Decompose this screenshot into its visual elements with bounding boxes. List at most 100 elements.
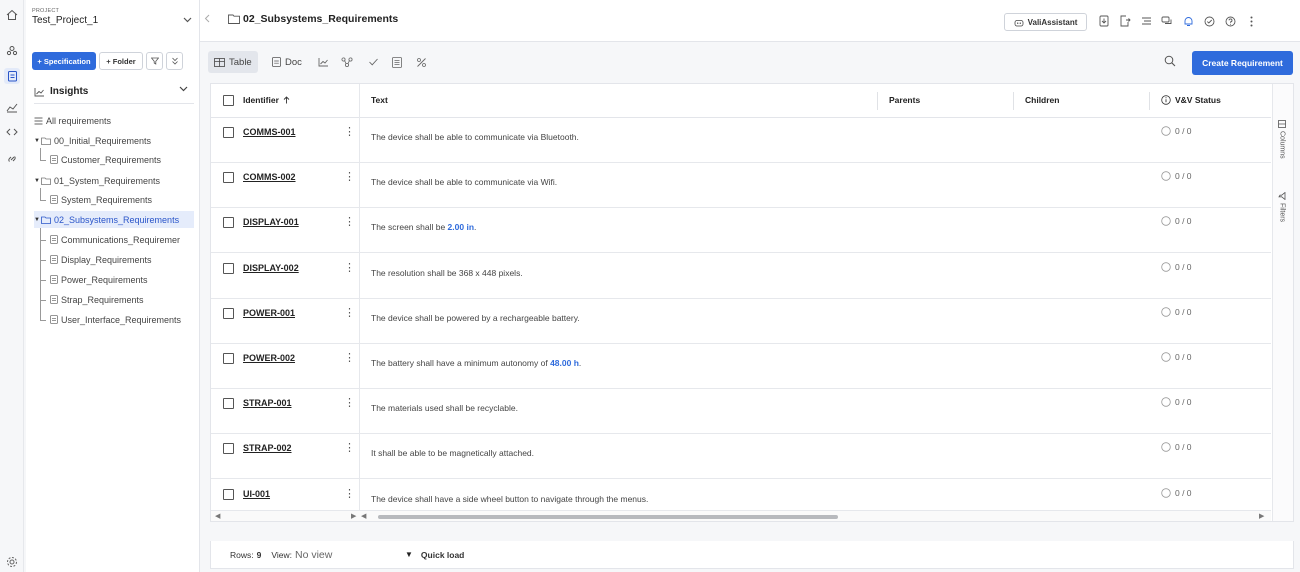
caret-down-icon[interactable]: ▼ xyxy=(34,138,41,144)
tree-spec-power[interactable]: Power_Requirements xyxy=(50,271,148,288)
verification-view-icon[interactable] xyxy=(366,55,380,69)
requirement-id-link[interactable]: DISPLAY-001 xyxy=(243,217,299,227)
check-circle-icon[interactable] xyxy=(1203,14,1215,28)
project-selector[interactable]: PROJECT Test_Project_1 xyxy=(32,8,192,38)
more-vertical-icon[interactable] xyxy=(1245,14,1257,28)
import-icon[interactable] xyxy=(1098,14,1110,28)
requirement-text[interactable]: The device shall have a side wheel butto… xyxy=(371,494,648,504)
requirement-text[interactable]: It shall be able to be magnetically atta… xyxy=(371,448,534,458)
table-row[interactable]: STRAP-001 ⋮ The materials used shall be re… xyxy=(211,389,1271,435)
columns-toggle[interactable]: Columns xyxy=(1278,120,1286,159)
caret-down-icon[interactable]: ▼ xyxy=(405,550,413,559)
table-row[interactable]: STRAP-002 ⋮ It shall be able to be magneti… xyxy=(211,434,1271,480)
row-checkbox[interactable] xyxy=(223,262,234,274)
quantity-value[interactable]: 48.00 h xyxy=(550,358,579,368)
row-checkbox[interactable] xyxy=(223,307,234,319)
requirement-id-link[interactable]: UI-001 xyxy=(243,489,270,499)
spreadsheet-view-icon[interactable] xyxy=(390,55,404,69)
caret-down-icon[interactable]: ▼ xyxy=(34,217,41,223)
table-row[interactable]: POWER-002 ⋮ The battery shall have a minim… xyxy=(211,344,1271,389)
collapse-panel-icon[interactable] xyxy=(204,14,210,23)
row-menu-icon[interactable]: ⋮ xyxy=(344,125,355,138)
scrollbar-thumb[interactable] xyxy=(378,515,838,519)
tree-spec-system[interactable]: System_Requirements xyxy=(50,191,152,208)
add-specification-button[interactable]: + Specification xyxy=(32,52,96,70)
row-menu-icon[interactable]: ⋮ xyxy=(344,306,355,319)
requirement-id-link[interactable]: COMMS-002 xyxy=(243,172,296,182)
horizontal-scrollbar[interactable]: ◀ ▶ ◀ ▶ xyxy=(211,510,1271,521)
requirement-text[interactable]: The device shall be able to communicate … xyxy=(371,132,579,142)
tree-folder-02[interactable]: ▼ 02_Subsystems_Requirements xyxy=(34,211,194,228)
tab-table[interactable]: Table xyxy=(208,51,258,73)
scroll-left-icon[interactable]: ◀ xyxy=(215,512,220,520)
table-row[interactable]: DISPLAY-002 ⋮ The resolution shall be 368 … xyxy=(211,254,1271,299)
row-checkbox[interactable] xyxy=(223,127,234,138)
analytics-icon[interactable] xyxy=(4,99,20,115)
link-icon[interactable] xyxy=(4,151,20,167)
tree-spec-display[interactable]: Display_Requirements xyxy=(50,251,152,268)
row-checkbox[interactable] xyxy=(223,172,234,184)
requirements-icon[interactable] xyxy=(4,68,20,84)
row-menu-icon[interactable]: ⋮ xyxy=(344,261,355,274)
notifications-icon[interactable] xyxy=(1182,14,1194,28)
vali-assistant-button[interactable]: ValiAssistant xyxy=(1004,13,1087,31)
table-row[interactable]: COMMS-002 ⋮ The device shall be able to co… xyxy=(211,163,1271,209)
requirement-id-link[interactable]: STRAP-001 xyxy=(243,398,292,408)
view-select[interactable]: No view xyxy=(295,549,405,561)
code-icon[interactable] xyxy=(4,124,20,140)
requirement-text[interactable]: The resolution shall be 368 x 448 pixels… xyxy=(371,268,523,278)
filters-toggle[interactable]: Filters xyxy=(1278,192,1286,222)
row-menu-icon[interactable]: ⋮ xyxy=(344,396,355,409)
row-checkbox[interactable] xyxy=(223,398,234,410)
requirement-text[interactable]: The device shall be powered by a recharg… xyxy=(371,313,580,323)
help-icon[interactable] xyxy=(1224,14,1236,28)
requirement-id-link[interactable]: DISPLAY-002 xyxy=(243,263,299,273)
row-checkbox[interactable] xyxy=(223,353,234,364)
home-icon[interactable] xyxy=(4,7,20,23)
row-checkbox[interactable] xyxy=(223,488,234,500)
scroll-left-icon[interactable]: ◀ xyxy=(361,512,366,520)
row-menu-icon[interactable]: ⋮ xyxy=(344,487,355,500)
row-checkbox[interactable] xyxy=(223,217,234,229)
requirement-id-link[interactable]: COMMS-001 xyxy=(243,127,296,137)
col-identifier[interactable]: Identifier xyxy=(243,95,290,105)
requirement-id-link[interactable]: STRAP-002 xyxy=(243,443,292,453)
list-settings-icon[interactable] xyxy=(1140,14,1152,28)
tree-all-requirements[interactable]: All requirements xyxy=(34,112,111,129)
scroll-right-icon[interactable]: ▶ xyxy=(1259,512,1264,520)
table-row[interactable]: DISPLAY-001 ⋮ The screen shall be 2.00 in.… xyxy=(211,208,1271,254)
scroll-right-icon[interactable]: ▶ xyxy=(351,512,356,520)
requirement-text[interactable]: The device shall be able to communicate … xyxy=(371,177,557,187)
settings-icon[interactable] xyxy=(6,556,18,568)
chart-view-icon[interactable] xyxy=(316,55,330,69)
row-menu-icon[interactable]: ⋮ xyxy=(344,170,355,183)
export-icon[interactable] xyxy=(1119,14,1131,28)
col-text[interactable]: Text xyxy=(371,95,388,105)
table-row[interactable]: POWER-001 ⋮ The device shall be powered by… xyxy=(211,299,1271,344)
filter-tree-button[interactable] xyxy=(146,52,163,70)
tree-spec-customer[interactable]: Customer_Requirements xyxy=(50,151,161,168)
tab-doc[interactable]: Doc xyxy=(266,51,308,73)
tree-folder-01[interactable]: ▼ 01_System_Requirements xyxy=(34,172,160,189)
percent-view-icon[interactable] xyxy=(414,55,428,69)
quick-load-button[interactable]: Quick load xyxy=(421,550,464,560)
row-checkbox[interactable] xyxy=(223,443,234,455)
row-menu-icon[interactable]: ⋮ xyxy=(344,215,355,228)
quantity-value[interactable]: 2.00 in xyxy=(448,222,474,232)
requirement-id-link[interactable]: POWER-002 xyxy=(243,353,295,363)
requirement-text[interactable]: The materials used shall be recyclable. xyxy=(371,403,518,413)
select-all-checkbox[interactable] xyxy=(223,95,234,106)
requirement-text[interactable]: The battery shall have a minimum autonom… xyxy=(371,358,581,368)
col-parents[interactable]: Parents xyxy=(889,95,920,105)
search-icon[interactable] xyxy=(1164,55,1176,67)
create-requirement-button[interactable]: Create Requirement xyxy=(1192,51,1293,75)
collapse-all-button[interactable] xyxy=(166,52,183,70)
row-menu-icon[interactable]: ⋮ xyxy=(344,441,355,454)
tree-spec-strap[interactable]: Strap_Requirements xyxy=(50,291,144,308)
tree-folder-00[interactable]: ▼ 00_Initial_Requirements xyxy=(34,132,151,149)
requirement-id-link[interactable]: POWER-001 xyxy=(243,308,295,318)
requirement-text[interactable]: The screen shall be 2.00 in. xyxy=(371,222,476,232)
row-menu-icon[interactable]: ⋮ xyxy=(344,351,355,364)
caret-down-icon[interactable]: ▼ xyxy=(34,178,41,184)
tree-spec-communications[interactable]: Communications_Requiremer xyxy=(50,231,180,248)
